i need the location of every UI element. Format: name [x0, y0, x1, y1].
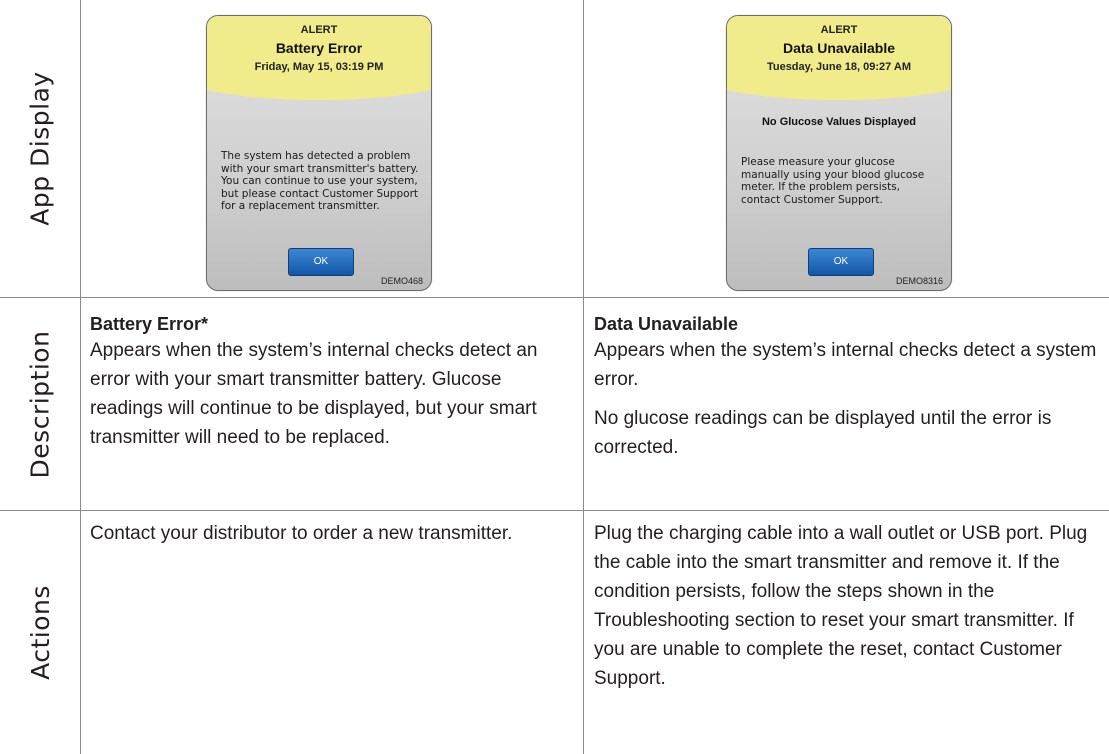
- row-divider-1: [0, 297, 1109, 298]
- alert-label: ALERT: [300, 24, 338, 36]
- ok-button[interactable]: OK: [288, 248, 354, 276]
- actions-text: Contact your distributor to order a new …: [90, 523, 513, 544]
- demo-id: DEMO8316: [895, 276, 943, 286]
- alert-table: App Display Description Actions ALERT Ba…: [0, 0, 1109, 754]
- battery-error-description: Battery Error* Appears when the system’s…: [90, 312, 570, 452]
- alert-header: ALERT Battery Error Friday, May 15, 03:1…: [207, 16, 431, 100]
- alert-date: Friday, May 15, 03:19 PM: [254, 61, 384, 73]
- row-header-actions: Actions: [0, 511, 80, 754]
- row-header-description: Description: [0, 298, 80, 510]
- battery-error-actions: Contact your distributor to order a new …: [90, 519, 575, 548]
- column-divider-middle: [583, 0, 584, 754]
- row-header-description-label: Description: [25, 330, 55, 478]
- alert-label: ALERT: [820, 24, 858, 36]
- ok-button[interactable]: OK: [808, 248, 874, 276]
- alert-message: The system has detected a problem with y…: [221, 150, 419, 212]
- row-header-actions-label: Actions: [25, 585, 55, 680]
- row-header-app-display: App Display: [0, 0, 80, 297]
- description-title: Data Unavailable: [594, 314, 739, 334]
- row-header-app-display-label: App Display: [25, 71, 55, 226]
- alert-message: Please measure your glucose manually usi…: [741, 156, 925, 206]
- description-text: Appears when the system’s internal check…: [594, 340, 1097, 390]
- data-unavailable-description: Data Unavailable Appears when the system…: [594, 312, 1099, 462]
- actions-text: Plug the charging cable into a wall outl…: [594, 523, 1088, 689]
- data-unavailable-actions: Plug the charging cable into a wall outl…: [594, 519, 1104, 693]
- alert-date: Tuesday, June 18, 09:27 AM: [766, 61, 912, 73]
- description-text-2: No glucose readings can be displayed unt…: [594, 408, 1052, 458]
- alert-title: Battery Error: [275, 40, 363, 56]
- demo-id: DEMO468: [380, 276, 423, 286]
- battery-error-screen: ALERT Battery Error Friday, May 15, 03:1…: [206, 15, 432, 291]
- alert-header: ALERT Data Unavailable Tuesday, June 18,…: [727, 16, 951, 100]
- row-divider-2: [0, 510, 1109, 511]
- alert-title: Data Unavailable: [782, 40, 896, 56]
- column-divider-left: [80, 0, 81, 754]
- description-text: Appears when the system’s internal check…: [90, 340, 538, 448]
- alert-subheading: No Glucose Values Displayed: [761, 116, 917, 128]
- data-unavailable-screen: ALERT Data Unavailable Tuesday, June 18,…: [726, 15, 952, 291]
- description-title: Battery Error*: [90, 314, 209, 334]
